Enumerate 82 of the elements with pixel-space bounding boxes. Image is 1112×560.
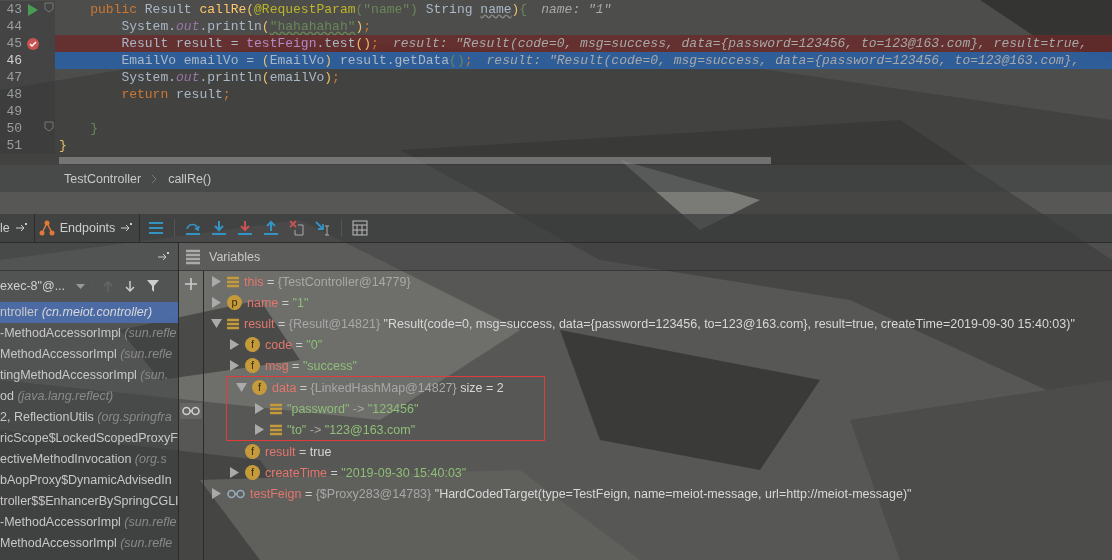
expand-arrow-icon[interactable] bbox=[228, 360, 240, 371]
chevron-icon bbox=[151, 173, 159, 184]
line-number: 48 bbox=[5, 86, 22, 103]
stack-frame[interactable]: ricScope$LockedScopedProxyF bbox=[0, 428, 178, 449]
code-line: public Result callRe(@RequestParam("name") String name){ bbox=[89, 1, 528, 18]
variable-entry[interactable]: "to" -> "123@163.com" bbox=[287, 422, 416, 437]
dropdown-caret-icon bbox=[76, 283, 85, 289]
list-icon bbox=[270, 402, 282, 415]
pin-icon bbox=[120, 222, 134, 234]
expand-arrow-icon[interactable] bbox=[210, 297, 222, 308]
force-step-into-icon[interactable] bbox=[237, 220, 254, 236]
inline-value-hint: result: "Result(code=0, msg=success, data={password=123456, to=123@163.com}, bbox=[486, 52, 1080, 69]
expand-arrow-icon[interactable] bbox=[210, 276, 222, 287]
scrollbar[interactable] bbox=[59, 157, 771, 164]
list-icon bbox=[227, 317, 239, 330]
expand-arrow-icon[interactable] bbox=[253, 424, 265, 435]
expand-arrow-icon[interactable] bbox=[228, 339, 240, 350]
collapse-arrow-icon[interactable] bbox=[235, 382, 247, 393]
line-number: 46 bbox=[5, 52, 22, 69]
code-line: return result; bbox=[120, 86, 231, 103]
frames-icon[interactable] bbox=[148, 220, 165, 236]
endpoints-icon bbox=[38, 220, 55, 236]
code-line: System.out.println("hahahahah"); bbox=[120, 18, 372, 35]
variable-entry[interactable]: this = {TestController@14779} bbox=[244, 274, 411, 289]
code-line: EmailVo emailVo = (EmailVo) result.getData(); bbox=[120, 52, 473, 69]
pin-icon bbox=[14, 222, 28, 234]
list-icon bbox=[227, 275, 239, 288]
list-icon bbox=[270, 423, 282, 436]
stack-frame[interactable]: od (java.lang.reflect) bbox=[0, 386, 178, 407]
tool-tab[interactable]: Endpoints bbox=[34, 214, 141, 242]
variable-entry[interactable]: result = true bbox=[265, 444, 332, 459]
stack-frame[interactable]: -MethodAccessorImpl (sun.refle bbox=[0, 512, 178, 533]
stack-frame[interactable]: MethodAccessorImpl (sun.refle bbox=[0, 533, 178, 554]
step-out-icon[interactable] bbox=[263, 220, 280, 236]
filter-icon[interactable] bbox=[146, 279, 160, 293]
tool-tab[interactable]: le bbox=[0, 214, 35, 242]
stack-frame[interactable]: ectiveMethodInvocation (org.s bbox=[0, 449, 178, 470]
glasses-icon bbox=[227, 488, 245, 499]
variable-entry[interactable]: name = "1" bbox=[247, 295, 309, 310]
variable-entry[interactable]: result = {Result@14821} "Result(code=0, msg=success, data={password=123456, to=123@163.com}, result=true, createTime=2019-09-30 15:40:03)" bbox=[244, 316, 1075, 331]
collapse-arrow-icon[interactable] bbox=[210, 318, 222, 329]
down-arrow-icon[interactable] bbox=[124, 279, 136, 293]
line-number: 47 bbox=[5, 69, 22, 86]
stack-frame[interactable]: troller$$EnhancerBySpringCGLI bbox=[0, 491, 178, 512]
drop-frame-icon[interactable] bbox=[289, 220, 306, 236]
pin-icon bbox=[157, 250, 170, 263]
expand-arrow-icon[interactable] bbox=[210, 488, 222, 499]
stack-frame[interactable]: bAopProxy$DynamicAdvisedIn bbox=[0, 470, 178, 491]
watches-toggle[interactable] bbox=[180, 403, 202, 419]
line-number: 44 bbox=[5, 18, 22, 35]
variable-entry[interactable]: msg = "success" bbox=[265, 358, 357, 373]
calculator-icon[interactable] bbox=[352, 220, 369, 236]
line-number: 43 bbox=[5, 1, 22, 18]
stack-frame[interactable]: -MethodAccessorImpl (sun.refle bbox=[0, 323, 178, 344]
stack-frame[interactable]: tingMethodAccessorImpl (sun. bbox=[0, 365, 178, 386]
run-to-cursor-icon[interactable] bbox=[315, 220, 332, 236]
code-line: Result result = testFeign.test(); bbox=[120, 35, 379, 52]
variable-entry[interactable]: data = {LinkedHashMap@14827} size = 2 bbox=[272, 380, 504, 395]
stack-frame[interactable]: MethodAccessorImpl (sun.refle bbox=[0, 344, 178, 365]
expand-arrow-icon[interactable] bbox=[253, 403, 265, 414]
glasses-icon bbox=[182, 406, 200, 416]
line-number: 49 bbox=[5, 103, 22, 120]
code-line: } bbox=[89, 120, 98, 137]
breadcrumb-item[interactable]: callRe() bbox=[168, 171, 212, 186]
variables-icon bbox=[185, 248, 201, 265]
inline-value-hint: name: "1" bbox=[541, 1, 612, 18]
add-icon[interactable] bbox=[184, 277, 198, 291]
line-number: 51 bbox=[5, 137, 22, 154]
inline-value-hint: result: "Result(code=0, msg=success, data={password=123456, to=123@163.com}, result=true, bbox=[392, 35, 1088, 52]
line-number: 45 bbox=[5, 35, 22, 52]
variable-entry[interactable]: createTime = "2019-09-30 15:40:03" bbox=[265, 465, 467, 480]
panel-title: Variables bbox=[209, 249, 261, 264]
code-line: } bbox=[59, 137, 67, 154]
breadcrumb-item[interactable]: TestController bbox=[64, 171, 142, 186]
line-number: 50 bbox=[5, 120, 22, 137]
stack-frame[interactable]: 2, ReflectionUtils (org.springfra bbox=[0, 407, 178, 428]
variable-entry[interactable]: testFeign = {$Proxy283@14783} "HardCodedTarget(type=TestFeign, name=meiot-message, url=http://meiot-message)" bbox=[250, 486, 912, 501]
stack-frame[interactable]: ntroller (cn.meiot.controller) bbox=[0, 302, 178, 323]
variable-entry[interactable]: code = "0" bbox=[265, 337, 323, 352]
step-into-icon[interactable] bbox=[211, 220, 228, 236]
expand-arrow-icon[interactable] bbox=[228, 467, 240, 478]
code-line: System.out.println(emailVo); bbox=[120, 69, 340, 86]
